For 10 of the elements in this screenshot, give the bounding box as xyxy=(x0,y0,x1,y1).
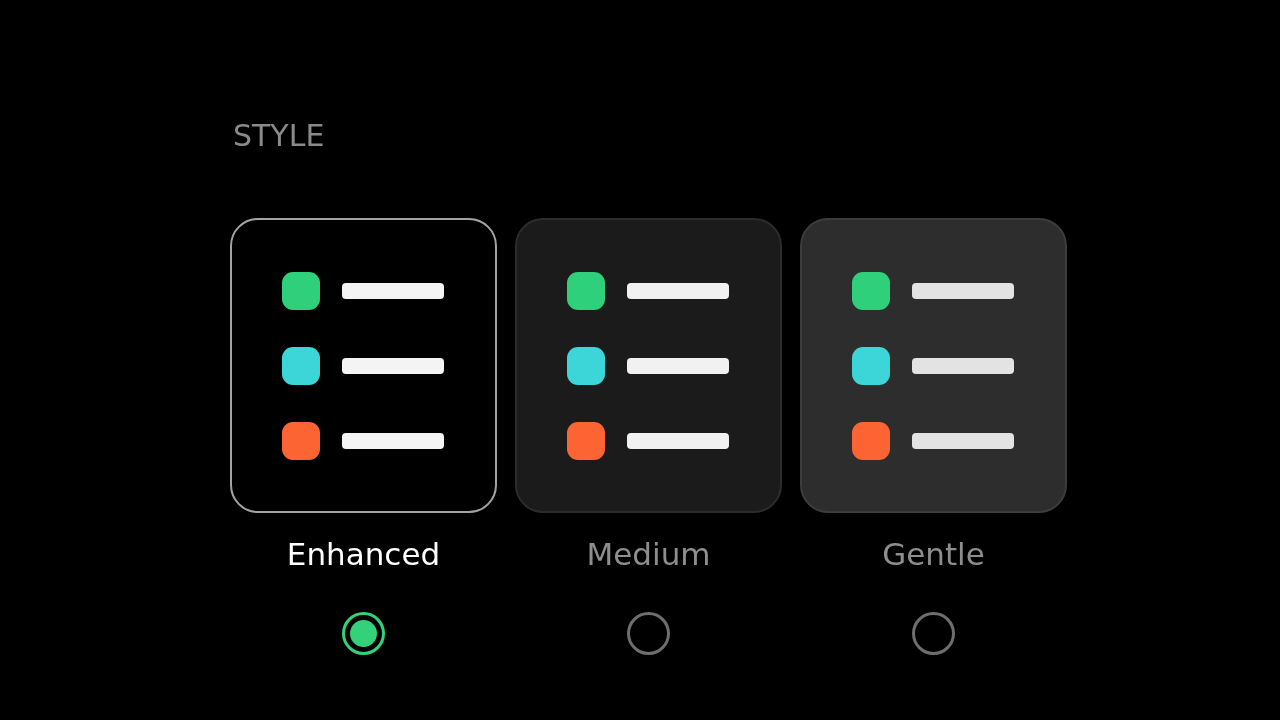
radio-button[interactable] xyxy=(627,612,670,655)
section-title: STYLE xyxy=(232,121,325,151)
radio-button[interactable] xyxy=(342,612,385,655)
option-label: Medium xyxy=(586,539,711,570)
style-preview-card[interactable] xyxy=(230,218,497,513)
style-preview-card[interactable] xyxy=(800,218,1067,513)
option-label: Enhanced xyxy=(286,539,441,570)
option-label: Gentle xyxy=(882,539,985,570)
radio-button[interactable] xyxy=(912,612,955,655)
style-preview-card[interactable] xyxy=(515,218,782,513)
